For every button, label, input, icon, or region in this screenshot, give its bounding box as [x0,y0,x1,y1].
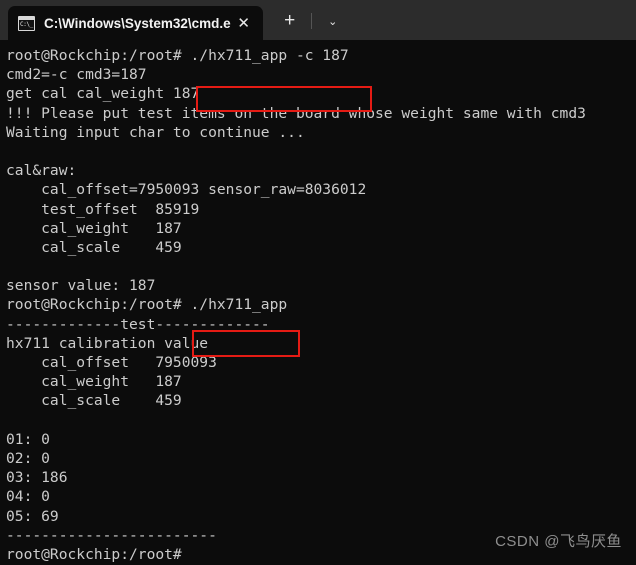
tab-title: C:\Windows\System32\cmd.e [44,15,231,31]
watermark-text: CSDN @飞鸟厌鱼 [495,533,622,550]
terminal-line: cal_weight 187 [6,219,182,237]
chevron-down-icon[interactable]: ⌄ [318,6,348,36]
terminal-line: hx711 calibration value [6,334,209,352]
cmd-console-icon-label: C:\_ [20,20,33,28]
terminal-line: cal_offset 7950093 [6,354,217,371]
terminal-line: sensor value: 187 [6,277,156,295]
terminal-line: root@Rockchip:/root# ./hx711_app [6,296,288,314]
terminal-line: 03: 186 [6,469,68,487]
terminal-line: test_offset 85919 [6,200,200,218]
terminal-lines: root@Rockchip:/root# ./hx711_app -c 187 c… [6,46,636,564]
terminal-line: get cal cal_weight 187 [6,85,200,103]
terminal-line: cal_scale 459 [6,392,182,410]
toolbar-divider [310,13,312,29]
terminal-line: 02: 0 [6,449,50,467]
terminal-line: 01: 0 [6,430,50,448]
close-icon[interactable]: ✕ [231,10,257,36]
tab-strip: C:\_ C:\Windows\System32\cmd.e ✕ [0,0,263,40]
terminal-line: -------------test------------- [6,315,270,333]
terminal-output-area[interactable]: root@Rockchip:/root# ./hx711_app -c 187 c… [0,40,636,565]
new-tab-button[interactable]: + [275,6,305,36]
terminal-line: cal&raw: [6,162,77,180]
terminal-line: 04: 0 [6,488,50,506]
terminal-line: cal_offset=7950093 sensor_raw=8036012 [6,181,367,199]
tab-cmd[interactable]: C:\_ C:\Windows\System32\cmd.e ✕ [8,6,263,40]
terminal-line: cal_weight 187 [6,373,182,391]
window-title-bar: C:\_ C:\Windows\System32\cmd.e ✕ + ⌄ [0,0,636,40]
terminal-line: root@Rockchip:/root# ./hx711_app -c 187 [6,47,349,64]
terminal-line: cmd2=-c cmd3=187 [6,66,147,84]
terminal-line: Waiting input char to continue ... [6,123,305,141]
terminal-line: !!! Please put test items on the board w… [6,104,586,122]
terminal-line: 05: 69 [6,507,59,525]
cmd-console-icon: C:\_ [18,15,35,31]
terminal-line: cal_scale 459 [6,238,182,256]
